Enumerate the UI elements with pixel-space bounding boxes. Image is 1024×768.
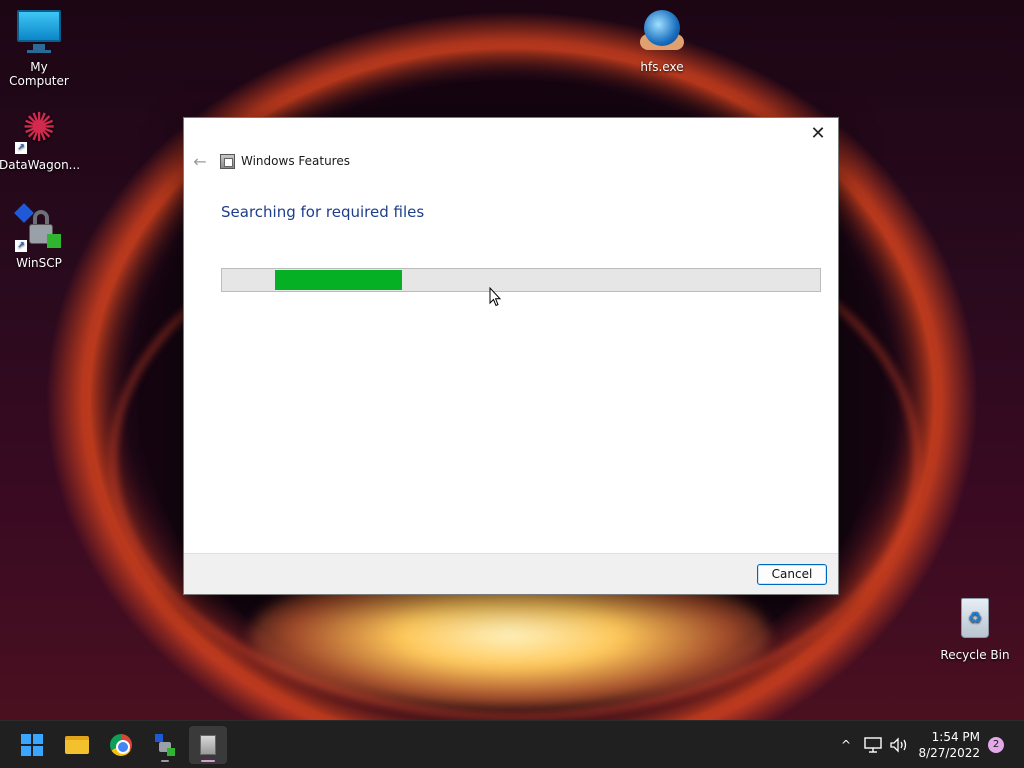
desktop-icon-hfs[interactable]: hfs.exe (622, 8, 702, 74)
notification-badge[interactable]: 2 (988, 737, 1004, 753)
hfs-icon (638, 8, 686, 56)
windows-start-icon (21, 734, 43, 756)
dialog-footer: Cancel (184, 553, 838, 594)
desktop-icon-label: My Computer (9, 60, 69, 88)
status-heading: Searching for required files (221, 203, 425, 221)
active-indicator (201, 760, 215, 762)
desktop-icon-winscp[interactable]: ↗ WinSCP (0, 203, 79, 270)
taskbar-winscp[interactable] (146, 726, 184, 764)
close-button[interactable]: ✕ (804, 122, 832, 146)
taskbar-file-explorer[interactable] (58, 726, 96, 764)
windows-features-icon (220, 154, 235, 169)
desktop-icon-label: DataWagon... (0, 158, 81, 172)
progress-bar-fill (274, 270, 402, 290)
desktop-icon-label: Recycle Bin (940, 648, 1010, 662)
network-icon[interactable] (864, 737, 882, 753)
taskbar: ^ 1:54 PM 8/27/2022 2 (0, 720, 1024, 768)
desktop-icon-recycle-bin[interactable]: ♻ Recycle Bin (935, 596, 1015, 662)
desktop-icon-label: hfs.exe (640, 60, 684, 74)
folder-icon (65, 736, 89, 754)
back-arrow-icon[interactable]: ← (190, 152, 210, 172)
desktop-icon-datawagon[interactable]: ✺ ↗ DataWagon... (0, 106, 81, 172)
cancel-button[interactable]: Cancel (757, 564, 827, 585)
progress-bar (221, 268, 821, 292)
recycle-bin-icon: ♻ (951, 596, 999, 644)
taskbar-chrome[interactable] (102, 726, 140, 764)
taskbar-windows-features[interactable] (189, 726, 227, 764)
volume-icon[interactable] (889, 737, 909, 753)
datawagon-icon: ✺ ↗ (15, 106, 63, 154)
computer-icon (15, 8, 63, 56)
desktop-icon-label: WinSCP (16, 256, 62, 270)
system-clock[interactable]: 1:54 PM 8/27/2022 (916, 729, 980, 761)
running-indicator (161, 760, 169, 762)
winscp-icon (155, 734, 175, 756)
windows-features-dialog: ✕ ← Windows Features Searching for requi… (183, 117, 839, 595)
chrome-icon (110, 734, 132, 756)
mouse-cursor-icon (489, 287, 501, 307)
winscp-icon: ↗ (14, 203, 63, 252)
show-hidden-icons-chevron[interactable]: ^ (838, 721, 854, 768)
clock-date: 8/27/2022 (918, 746, 980, 760)
windows-features-icon (200, 735, 216, 755)
taskbar-start-button[interactable] (13, 726, 51, 764)
dialog-title: Windows Features (241, 154, 350, 168)
clock-time: 1:54 PM (931, 730, 980, 744)
desktop-icon-my-computer[interactable]: My Computer (0, 8, 79, 88)
